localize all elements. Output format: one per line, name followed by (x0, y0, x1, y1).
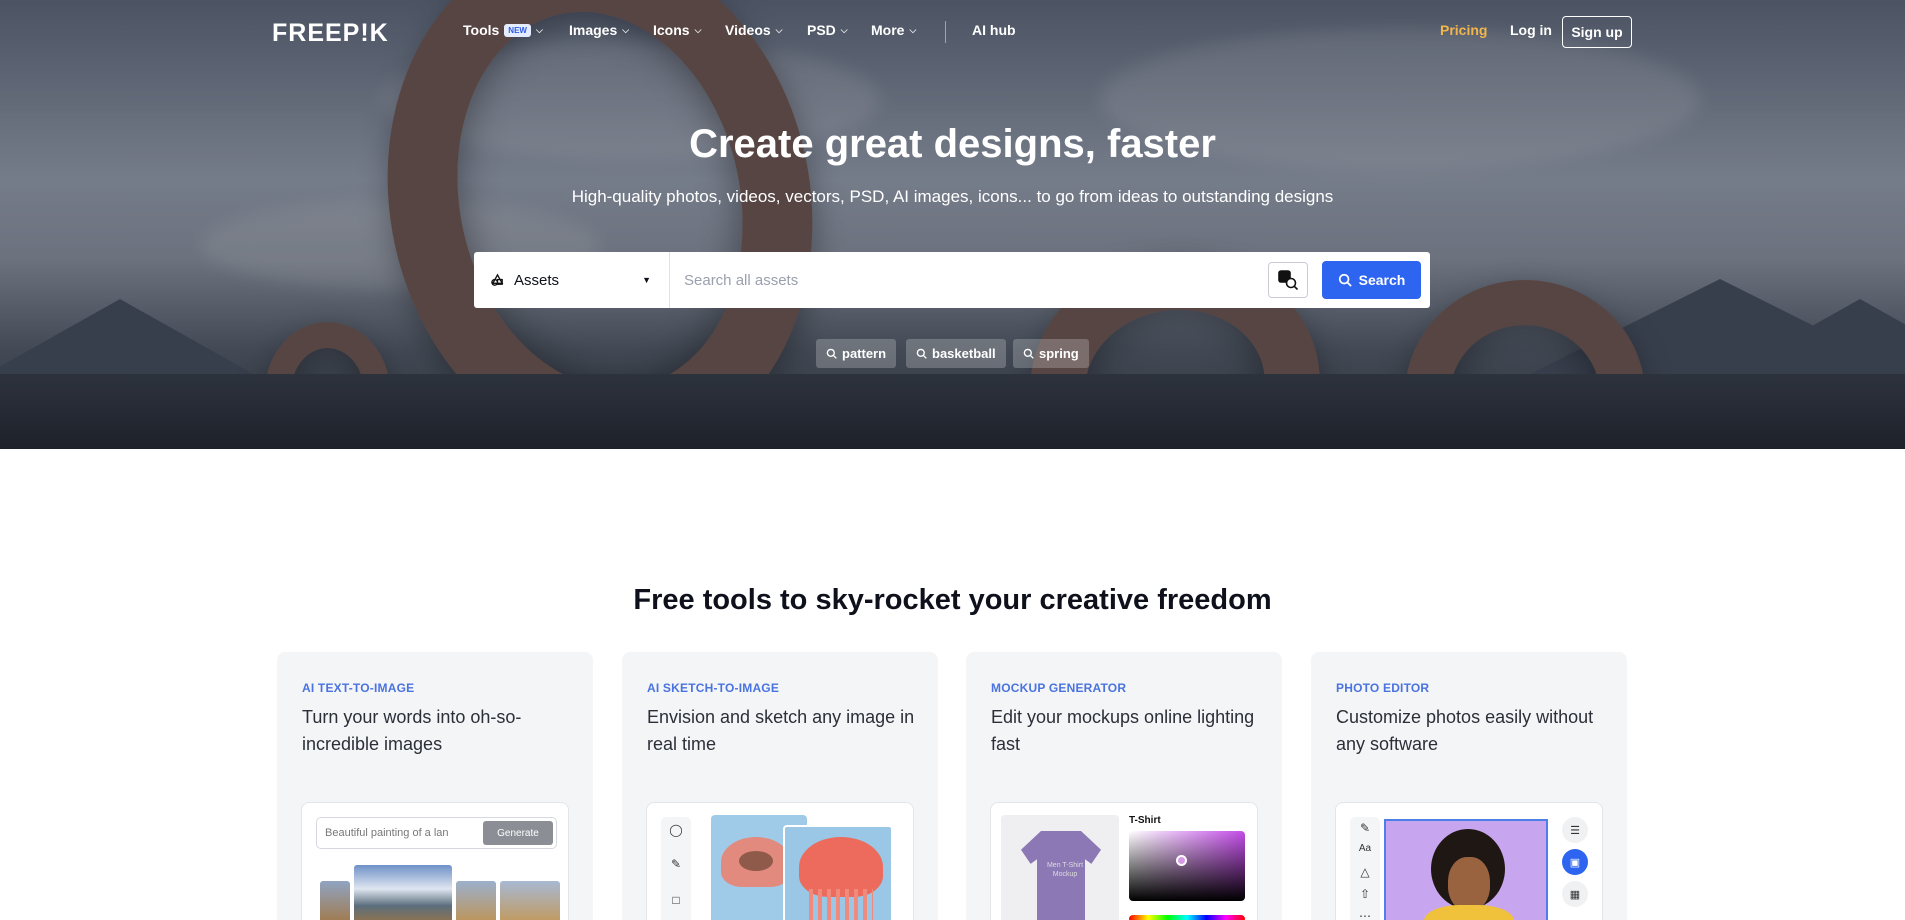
card-tag: AI TEXT-TO-IMAGE (302, 681, 415, 695)
search-input[interactable] (670, 252, 1260, 308)
image-search-icon (1278, 270, 1299, 291)
tool-card-mockup-generator[interactable]: MOCKUP GENERATOR Edit your mockups onlin… (966, 652, 1282, 920)
prompt-text: Beautiful painting of a lan (325, 827, 449, 839)
assets-icon (491, 273, 504, 286)
color-panel-label: T-Shirt (1129, 815, 1161, 826)
thumbnail (320, 881, 350, 920)
login-link[interactable]: Log in (1510, 22, 1552, 38)
nav-icons-label: Icons (653, 22, 690, 38)
card-preview: Beautiful painting of a lan Generate (301, 802, 569, 920)
nav-more[interactable]: More ⌵ (871, 22, 916, 38)
color-picker (1129, 831, 1245, 901)
card-description: Customize photos easily without any soft… (1336, 707, 1594, 754)
image-search-button[interactable] (1268, 262, 1308, 298)
caret-down-icon: ▼ (642, 275, 651, 285)
search-button[interactable]: Search (1322, 261, 1421, 299)
portrait-shirt (1424, 905, 1514, 920)
hero-title: Create great designs, faster (689, 122, 1216, 166)
card-tag: PHOTO EDITOR (1336, 681, 1430, 695)
suggestion-label: basketball (932, 346, 996, 361)
tool-card-photo-editor[interactable]: PHOTO EDITOR Customize photos easily wit… (1311, 652, 1627, 920)
nav-psd[interactable]: PSD ⌵ (807, 22, 848, 38)
chevron-down-icon: ⌵ (694, 24, 702, 35)
search-icon (916, 348, 927, 359)
search-button-label: Search (1358, 272, 1406, 288)
tshirt-mockup: Men T-Shirt Mockup (1001, 815, 1119, 920)
top-navigation: FREEP!K Tools NEW ⌵ Images ⌵ Icons ⌵ Vid… (0, 0, 1905, 64)
card-description: Turn your words into oh-so-incredible im… (302, 707, 522, 754)
brush-icon: ✎ (670, 857, 682, 871)
nav-tools[interactable]: Tools NEW ⌵ (463, 22, 543, 38)
text-icon: Aa (1358, 843, 1372, 854)
card-description: Edit your mockups online lighting fast (991, 707, 1255, 754)
tool-card-sketch-to-image[interactable]: AI SKETCH-TO-IMAGE Envision and sketch a… (622, 652, 938, 920)
generate-button-preview: Generate (483, 821, 553, 845)
thumbnail (456, 881, 496, 920)
image-icon: ▣ (1562, 849, 1588, 875)
nav-images-label: Images (569, 22, 618, 38)
shapes-icon: □ (672, 893, 680, 907)
suggestion-chip[interactable]: spring (1013, 339, 1089, 368)
prompt-input-preview: Beautiful painting of a lan Generate (316, 817, 557, 849)
card-preview: Men T-Shirt Mockup T-Shirt (990, 802, 1258, 920)
more-icon: ⋯ (1359, 909, 1371, 920)
lasso-icon: ◯ (669, 823, 683, 837)
nav-more-label: More (871, 22, 905, 38)
portrait-face (1448, 857, 1490, 911)
thumbnail (500, 881, 560, 920)
chevron-down-icon: ⌵ (775, 24, 783, 35)
sketch-toolbar: ◯ ✎ □ (661, 817, 691, 920)
signup-button[interactable]: Sign up (1562, 16, 1632, 48)
new-badge: NEW (504, 23, 531, 37)
asset-type-label: Assets (514, 271, 560, 289)
hue-slider (1129, 915, 1245, 920)
card-tag: AI SKETCH-TO-IMAGE (647, 681, 780, 695)
chevron-down-icon: ⌵ (622, 24, 630, 35)
nav-icons[interactable]: Icons ⌵ (653, 22, 701, 38)
shapes-icon: △ (1360, 865, 1370, 879)
photo-canvas (1384, 819, 1548, 920)
nav-pricing[interactable]: Pricing (1440, 22, 1487, 38)
chevron-down-icon: ⌵ (535, 24, 543, 35)
hero-banner (0, 0, 1905, 449)
suggestion-label: pattern (842, 346, 887, 361)
asset-type-dropdown[interactable]: Assets ▼ (474, 252, 670, 308)
nav-ai-hub[interactable]: AI hub (972, 22, 1016, 38)
card-preview: ◯ ✎ □ (646, 802, 914, 920)
pattern-icon: ▦ (1562, 881, 1588, 907)
nav-videos-label: Videos (725, 22, 771, 38)
search-icon (1023, 348, 1034, 359)
suggestion-label: spring (1039, 346, 1079, 361)
upload-icon: ⇧ (1359, 887, 1371, 901)
hero-subtitle: High-quality photos, videos, vectors, PS… (571, 187, 1334, 206)
pencil-icon: ✎ (1359, 821, 1371, 835)
chevron-down-icon: ⌵ (909, 24, 917, 35)
card-preview: ✎ Aa △ ⇧ ⋯ ☰ ▣ ▦ (1335, 802, 1603, 920)
search-bar: Assets ▼ Search (474, 252, 1430, 308)
nav-videos[interactable]: Videos ⌵ (725, 22, 782, 38)
nav-images[interactable]: Images ⌵ (569, 22, 629, 38)
card-tag: MOCKUP GENERATOR (991, 681, 1127, 695)
thumbnail (354, 865, 452, 920)
shirt-print-text: Men T-Shirt Mockup (1046, 862, 1084, 878)
search-icon (826, 348, 837, 359)
generated-image (783, 825, 893, 920)
tool-card-text-to-image[interactable]: AI TEXT-TO-IMAGE Turn your words into oh… (277, 652, 593, 920)
freepik-logo[interactable]: FREEP!K (272, 19, 389, 48)
editor-toolbar: ✎ Aa △ ⇧ ⋯ (1350, 817, 1380, 920)
card-description: Envision and sketch any image in real ti… (647, 707, 915, 754)
search-icon (1338, 273, 1352, 287)
chevron-down-icon: ⌵ (840, 24, 848, 35)
layers-icon: ☰ (1562, 817, 1588, 843)
suggestion-chip[interactable]: basketball (906, 339, 1006, 368)
nav-psd-label: PSD (807, 22, 836, 38)
suggestion-chip[interactable]: pattern (816, 339, 897, 368)
color-picker-knob (1176, 855, 1187, 866)
nav-divider (945, 21, 946, 43)
tools-section-title: Free tools to sky-rocket your creative f… (633, 584, 1272, 616)
nav-tools-label: Tools (463, 22, 500, 38)
